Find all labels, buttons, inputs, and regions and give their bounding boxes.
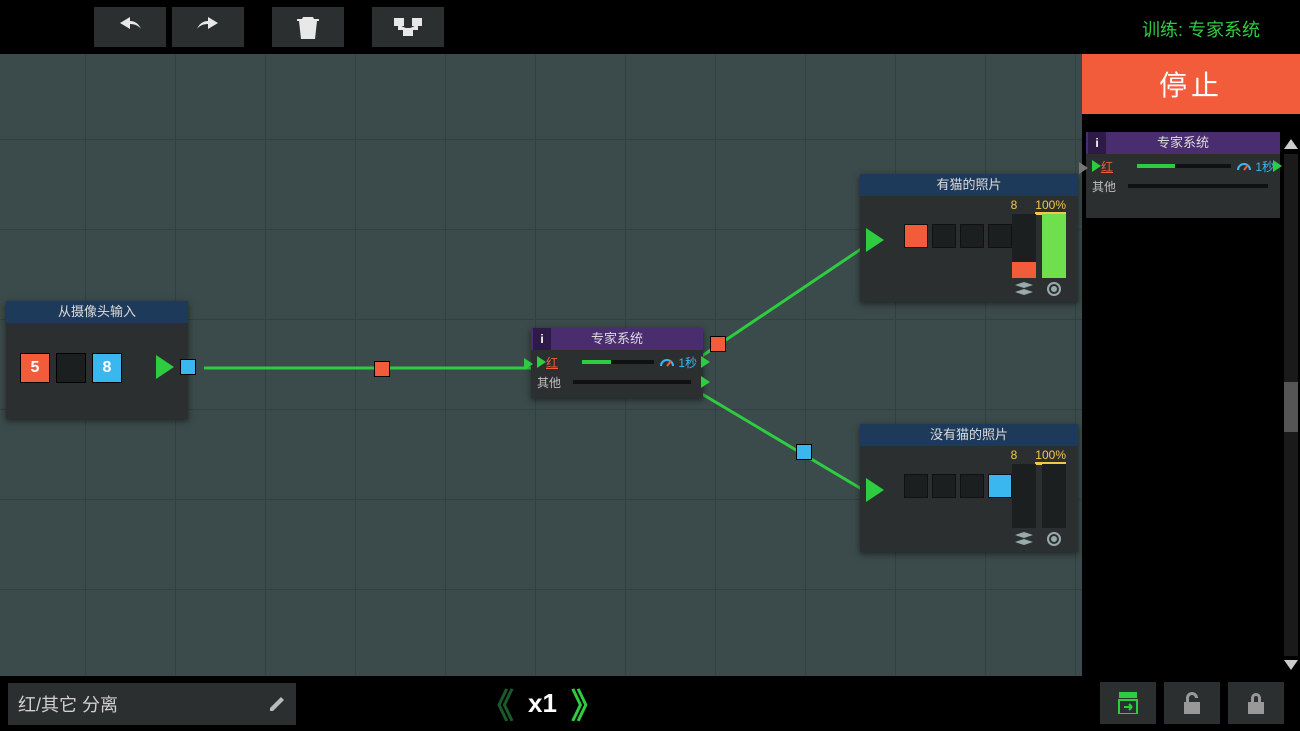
rule-play-icon bbox=[1092, 160, 1101, 172]
slot bbox=[960, 224, 984, 248]
lock-icon bbox=[1246, 692, 1266, 714]
rule-label[interactable]: 红 bbox=[1101, 158, 1131, 175]
pct-label: 100% bbox=[1035, 198, 1066, 215]
lock-button[interactable] bbox=[1228, 682, 1284, 724]
lock-open-button[interactable] bbox=[1164, 682, 1220, 724]
canvas[interactable]: 从摄像头输入 5 8 i 专家系统 红 1秒 其他 bbox=[0, 54, 1082, 676]
count-label: 8 bbox=[1011, 448, 1018, 465]
gauge: 1秒 bbox=[1237, 158, 1274, 175]
node-cat-photos[interactable]: 有猫的照片 8 100% bbox=[860, 174, 1078, 302]
lock-open-icon bbox=[1182, 692, 1202, 714]
bar bbox=[1042, 214, 1066, 278]
layout-icon bbox=[394, 18, 422, 36]
node-title: 没有猫的照片 bbox=[860, 424, 1078, 446]
node-camera-input[interactable]: 从摄像头输入 5 8 bbox=[6, 301, 188, 419]
rule-track bbox=[573, 380, 691, 384]
target-icon[interactable] bbox=[1042, 280, 1066, 298]
export-icon bbox=[1115, 692, 1141, 714]
speed-value: x1 bbox=[528, 688, 557, 719]
scroll-up-icon[interactable] bbox=[1284, 139, 1298, 149]
sample-swatch bbox=[56, 353, 86, 383]
rule-label[interactable]: 红 bbox=[546, 354, 576, 371]
output-play-icon bbox=[701, 356, 710, 368]
node-title: i 专家系统 bbox=[1086, 132, 1280, 154]
slot bbox=[904, 474, 928, 498]
delete-button[interactable] bbox=[272, 7, 344, 47]
layout-button[interactable] bbox=[372, 7, 444, 47]
redo-button[interactable] bbox=[172, 7, 244, 47]
rule-label[interactable]: 其他 bbox=[537, 374, 567, 391]
wire-port[interactable] bbox=[710, 336, 726, 352]
input-play-icon bbox=[1079, 162, 1088, 174]
trash-icon bbox=[297, 15, 319, 39]
pct-label: 100% bbox=[1035, 448, 1066, 465]
speed-control: 《 x1 》 bbox=[480, 676, 605, 731]
count-label: 8 bbox=[1011, 198, 1018, 215]
rule-track bbox=[1137, 164, 1231, 168]
wire-port[interactable] bbox=[374, 361, 390, 377]
node-title: i 专家系统 bbox=[531, 328, 703, 350]
stop-button[interactable]: 停止 bbox=[1082, 54, 1300, 114]
slot bbox=[932, 224, 956, 248]
slot bbox=[988, 474, 1012, 498]
output-play-icon bbox=[701, 376, 710, 388]
node-nocat-photos[interactable]: 没有猫的照片 8 100% bbox=[860, 424, 1078, 552]
node-title: 有猫的照片 bbox=[860, 174, 1078, 196]
gauge: 1秒 bbox=[660, 354, 697, 371]
training-status: 训练: 专家系统 bbox=[1142, 16, 1260, 42]
play-icon bbox=[866, 228, 884, 252]
redo-icon bbox=[194, 17, 222, 37]
rule-label[interactable]: 其他 bbox=[1092, 178, 1122, 195]
undo-button[interactable] bbox=[94, 7, 166, 47]
target-icon[interactable] bbox=[1042, 530, 1066, 548]
toolbar: 训练: 专家系统 bbox=[0, 0, 1300, 54]
pencil-icon bbox=[268, 695, 286, 713]
sample-swatch: 5 bbox=[20, 353, 50, 383]
info-icon[interactable]: i bbox=[1088, 132, 1106, 154]
node-expert-system[interactable]: i 专家系统 红 1秒 其他 bbox=[531, 328, 703, 398]
wire-port[interactable] bbox=[796, 444, 812, 460]
node-title: 从摄像头输入 bbox=[6, 301, 188, 323]
rule-track bbox=[1128, 184, 1268, 188]
side-expert-panel[interactable]: i 专家系统 红 1秒 其他 bbox=[1086, 132, 1280, 218]
scrollbar-thumb[interactable] bbox=[1284, 382, 1298, 432]
output-port[interactable] bbox=[180, 359, 196, 375]
speed-down-button[interactable]: 《 bbox=[480, 679, 514, 728]
speed-up-button[interactable]: 》 bbox=[571, 679, 605, 728]
slot bbox=[904, 224, 928, 248]
bar bbox=[1042, 464, 1066, 528]
bar bbox=[1012, 464, 1036, 528]
rule-track bbox=[582, 360, 654, 364]
export-button[interactable] bbox=[1100, 682, 1156, 724]
name-input[interactable]: 红/其它 分离 bbox=[8, 683, 296, 725]
name-input-value: 红/其它 分离 bbox=[18, 691, 118, 717]
sample-swatch: 8 bbox=[92, 353, 122, 383]
play-icon bbox=[866, 478, 884, 502]
layers-icon[interactable] bbox=[1012, 280, 1036, 298]
undo-icon bbox=[116, 17, 144, 37]
slot bbox=[960, 474, 984, 498]
rule-play-icon bbox=[537, 356, 546, 368]
scroll-down-icon[interactable] bbox=[1284, 660, 1298, 670]
info-icon[interactable]: i bbox=[533, 328, 551, 350]
bottombar: 红/其它 分离 《 x1 》 bbox=[0, 676, 1300, 731]
sidebar: 停止 i 专家系统 红 1秒 其他 bbox=[1082, 54, 1300, 676]
output-play-icon bbox=[1273, 160, 1282, 172]
slot bbox=[988, 224, 1012, 248]
slot bbox=[932, 474, 956, 498]
layers-icon[interactable] bbox=[1012, 530, 1036, 548]
play-icon bbox=[156, 355, 174, 379]
bar bbox=[1012, 214, 1036, 278]
